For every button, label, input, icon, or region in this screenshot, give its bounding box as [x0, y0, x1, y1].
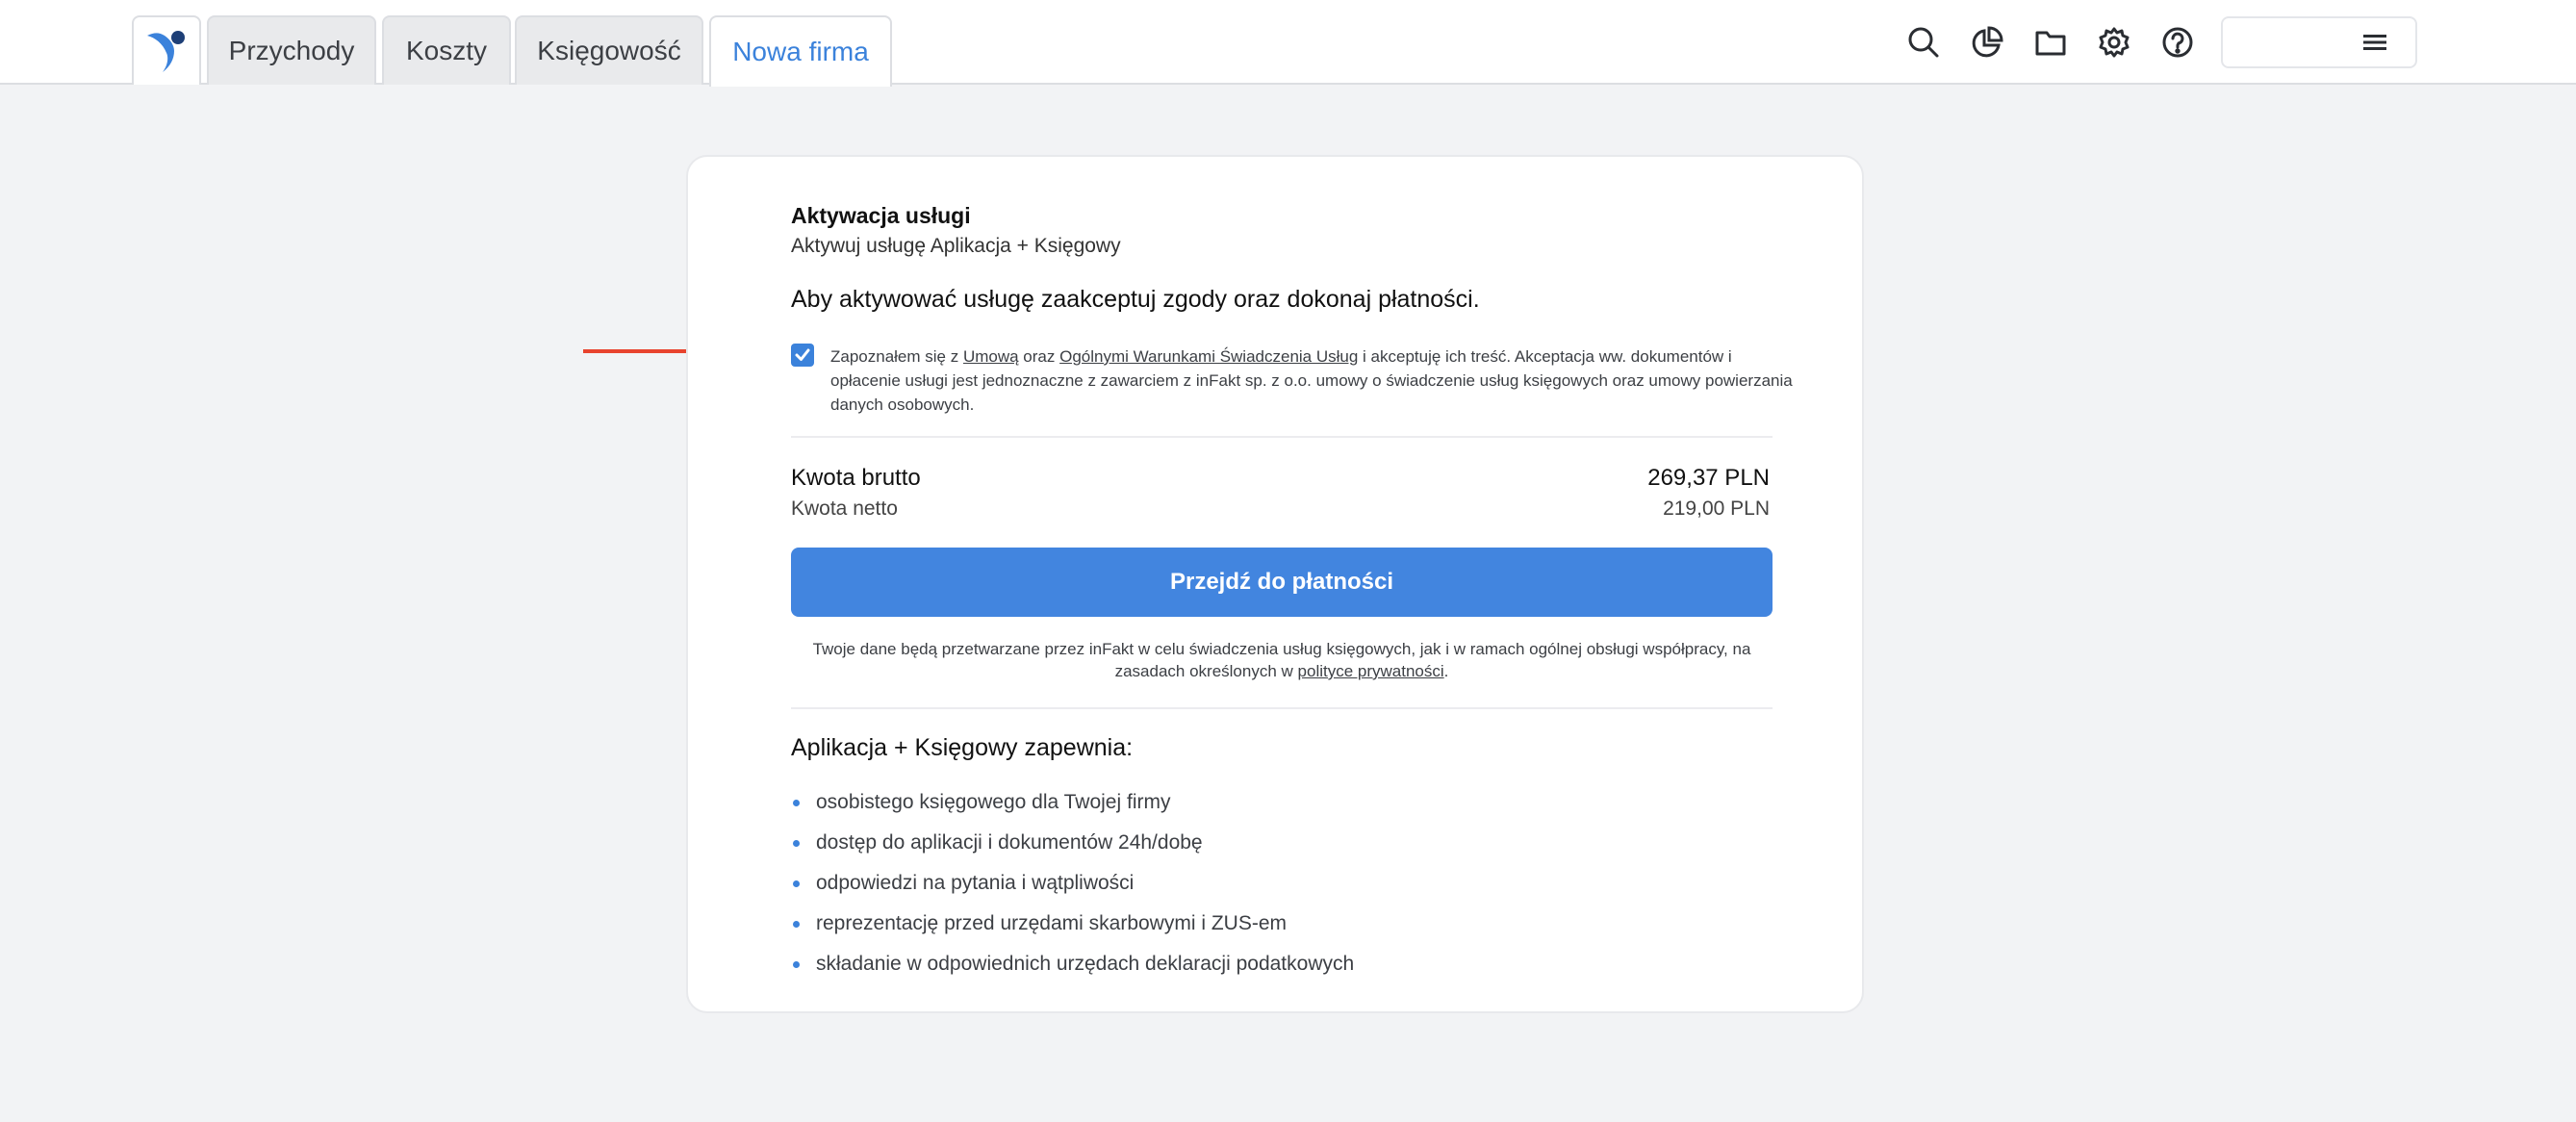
go-to-payment-button[interactable]: Przejdź do płatności [791, 548, 1773, 617]
privacy-text-end: . [1443, 662, 1449, 680]
gross-amount-value: 269,37 PLN [1647, 465, 1770, 491]
consent-text-part: Zapoznałem się z [830, 347, 963, 366]
card-title: Aktywacja usługi [791, 203, 971, 228]
reports-chart-icon[interactable] [1966, 21, 2008, 64]
features-list: osobistego księgowego dla Twojej firmy d… [791, 788, 1354, 990]
activation-lead: Aby aktywować usługę zaakceptuj zgody or… [791, 286, 1480, 313]
tab-przychody[interactable]: Przychody [207, 15, 376, 85]
top-bar: Przychody Koszty Księgowość Nowa firma [0, 0, 2576, 87]
consent-text: Zapoznałem się z Umową oraz Ogólnymi War… [830, 344, 1793, 417]
folder-icon[interactable] [2029, 21, 2072, 64]
terms-link[interactable]: Ogólnymi Warunkami Świadczenia Usług [1059, 347, 1358, 366]
net-amount-label: Kwota netto [791, 497, 898, 520]
tab-ksiegowosc[interactable]: Księgowość [515, 15, 703, 85]
infakt-bird-logo-icon [147, 31, 185, 72]
tab-nowa-firma[interactable]: Nowa firma [709, 15, 892, 87]
gear-icon[interactable] [2093, 21, 2135, 64]
net-amount-value: 219,00 PLN [1663, 497, 1770, 520]
list-item: osobistego księgowego dla Twojej firmy [791, 788, 1354, 829]
list-item: odpowiedzi na pytania i wątpliwości [791, 869, 1354, 909]
tab-label: Koszty [405, 36, 488, 65]
tab-koszty[interactable]: Koszty [382, 15, 511, 85]
privacy-note: Twoje dane będą przetwarzane przez inFak… [791, 638, 1773, 682]
logo-tab[interactable] [132, 15, 201, 85]
consent-text-part: oraz [1018, 347, 1060, 366]
list-item: składanie w odpowiednich urzędach deklar… [791, 950, 1354, 990]
tab-label: Przychody [228, 36, 355, 65]
divider [791, 707, 1773, 709]
hamburger-menu-icon [2363, 35, 2386, 50]
tab-label: Księgowość [537, 36, 681, 65]
help-icon[interactable] [2156, 21, 2199, 64]
privacy-text: Twoje dane będą przetwarzane przez inFak… [812, 640, 1751, 680]
divider [791, 436, 1773, 438]
gross-amount-label: Kwota brutto [791, 465, 921, 491]
privacy-policy-link[interactable]: polityce prywatności [1298, 662, 1444, 680]
checkmark-icon [795, 348, 810, 361]
tab-label: Nowa firma [732, 37, 869, 66]
features-title: Aplikacja + Księgowy zapewnia: [791, 734, 1134, 761]
list-item: reprezentację przed urzędami skarbowymi … [791, 909, 1354, 950]
account-menu[interactable] [2221, 16, 2417, 68]
list-item: dostęp do aplikacji i dokumentów 24h/dob… [791, 829, 1354, 869]
consent-checkbox[interactable] [791, 344, 814, 367]
agreement-link[interactable]: Umową [963, 347, 1019, 366]
search-icon[interactable] [1902, 21, 1945, 64]
card-subtitle: Aktywuj usługę Aplikacja + Księgowy [791, 235, 1121, 257]
activation-card: Aktywacja usługi Aktywuj usługę Aplikacj… [686, 155, 1864, 1013]
